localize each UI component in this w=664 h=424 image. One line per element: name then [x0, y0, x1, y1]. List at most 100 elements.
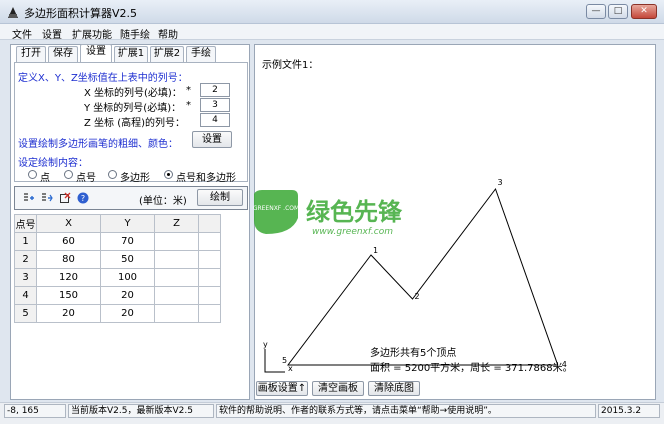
insert-row-icon[interactable]	[23, 192, 35, 204]
cell-extra[interactable]	[198, 250, 221, 269]
y-column-label: Y 坐标的列号(必填)：	[84, 103, 182, 114]
status-coords: -8, 165	[4, 404, 66, 418]
cell-z[interactable]	[154, 232, 199, 251]
cell-y[interactable]: 70	[100, 232, 155, 251]
cell-extra[interactable]	[198, 304, 221, 323]
col-header-z[interactable]: Z	[154, 214, 199, 233]
y-column-input[interactable]: 3	[200, 98, 230, 112]
status-date: 2015.3.2	[598, 404, 660, 418]
tab-freehand[interactable]: 手绘	[186, 46, 216, 62]
menu-settings[interactable]: 设置	[42, 26, 62, 41]
cell-z[interactable]	[154, 268, 199, 287]
cell-y[interactable]: 20	[100, 304, 155, 323]
radio-point-ids-label: 点号	[76, 173, 96, 184]
vertex-label: 5	[282, 356, 287, 365]
tab-open[interactable]: 打开	[16, 46, 46, 62]
radio-ids-and-polygon-label: 点号和多边形	[176, 173, 236, 184]
axis-y-label: y	[263, 340, 268, 349]
table-row: 2 80 50	[14, 250, 221, 269]
watermark-url: www.greenxf.com	[312, 227, 393, 237]
y-required-mark: *	[186, 100, 191, 111]
menu-file[interactable]: 文件	[12, 26, 32, 41]
tab-ext2[interactable]: 扩展2	[150, 46, 184, 62]
clear-table-icon[interactable]	[59, 192, 71, 204]
x-required-mark: *	[186, 85, 191, 96]
columns-heading: 定义X、Y、Z坐标值在上表中的列号：	[18, 73, 188, 84]
window-title: 多边形面积计算器V2.5	[24, 7, 138, 20]
cell-x[interactable]: 60	[36, 232, 101, 251]
menu-freehand[interactable]: 随手绘	[120, 26, 150, 41]
cell-extra[interactable]	[198, 232, 221, 251]
table-row: 3 120 100	[14, 268, 221, 287]
watermark: GREENXF .COM 绿色先锋 www.greenxf.com	[252, 188, 472, 238]
unit-label: (单位：米)	[139, 196, 187, 207]
cell-y[interactable]: 100	[100, 268, 155, 287]
col-header-x[interactable]: X	[36, 214, 101, 233]
canvas-caption: 示例文件1：	[262, 60, 319, 71]
svg-text:?: ?	[81, 194, 85, 203]
col-header-id[interactable]: 点号	[14, 214, 37, 233]
watermark-badge: GREENXF .COM	[253, 205, 299, 212]
cell-id[interactable]: 1	[14, 232, 37, 251]
clear-background-button[interactable]: 清除底图	[368, 381, 420, 396]
radio-ids-and-polygon[interactable]	[164, 170, 173, 179]
table-row: 1 60 70	[14, 232, 221, 251]
cell-z[interactable]	[154, 286, 199, 305]
pen-heading: 设置绘制多边形画笔的粗细、颜色：	[18, 139, 178, 150]
cell-id[interactable]: 3	[14, 268, 37, 287]
watermark-logo: GREENXF .COM 绿色先锋 www.greenxf.com	[253, 190, 403, 237]
cell-id[interactable]: 5	[14, 304, 37, 323]
menu-bar: 文件 设置 扩展功能 随手绘 帮助	[0, 24, 664, 41]
z-column-input[interactable]: 4	[200, 113, 230, 127]
col-header-extra	[198, 214, 221, 233]
cell-extra[interactable]	[198, 268, 221, 287]
cell-extra[interactable]	[198, 286, 221, 305]
cell-x[interactable]: 20	[36, 304, 101, 323]
menu-help[interactable]: 帮助	[158, 26, 178, 41]
cell-id[interactable]: 4	[14, 286, 37, 305]
cell-z[interactable]	[154, 250, 199, 269]
vertex-summary: 多边形共有5个顶点	[370, 348, 457, 359]
clear-canvas-button[interactable]: 清空画板	[312, 381, 364, 396]
x-column-input[interactable]: 2	[200, 83, 230, 97]
pen-settings-button[interactable]: 设置	[192, 131, 232, 148]
status-version: 当前版本V2.5，最新版本V2.5	[68, 404, 214, 418]
cell-x[interactable]: 120	[36, 268, 101, 287]
delete-row-icon[interactable]	[41, 192, 53, 204]
tab-settings[interactable]: 设置	[80, 44, 112, 63]
table-toolbar: ? (单位：米) 绘制	[14, 186, 248, 210]
watermark-brand: 绿色先锋	[306, 198, 403, 226]
table-row: 5 20 20	[14, 304, 221, 323]
maximize-button[interactable]: □	[608, 4, 628, 19]
canvas-settings-button[interactable]: 画板设置↑	[256, 381, 308, 396]
close-button[interactable]: ✕	[631, 4, 657, 19]
vertex-label: 1	[373, 246, 378, 255]
draw-button[interactable]: 绘制	[197, 189, 243, 206]
axis-x-label: x	[288, 364, 293, 373]
vertex-label: 3	[498, 178, 503, 187]
help-icon[interactable]: ?	[77, 192, 89, 204]
coordinate-table: 点号 X Y Z 1 60 70 2 80 50 3 120 100 4 150…	[14, 214, 224, 323]
cell-x[interactable]: 150	[36, 286, 101, 305]
cell-y[interactable]: 20	[100, 286, 155, 305]
radio-polygon[interactable]	[108, 170, 117, 179]
radio-points-label: 点	[40, 173, 50, 184]
cell-y[interactable]: 50	[100, 250, 155, 269]
cell-z[interactable]	[154, 304, 199, 323]
tab-ext1[interactable]: 扩展1	[114, 46, 148, 62]
radio-point-ids[interactable]	[64, 170, 73, 179]
cell-x[interactable]: 80	[36, 250, 101, 269]
draw-heading: 设定绘制内容：	[18, 158, 88, 169]
radio-polygon-label: 多边形	[120, 173, 150, 184]
radio-points[interactable]	[28, 170, 37, 179]
menu-extensions[interactable]: 扩展功能	[72, 26, 112, 41]
col-header-y[interactable]: Y	[100, 214, 155, 233]
minimize-button[interactable]: —	[586, 4, 606, 19]
tab-save[interactable]: 保存	[48, 46, 78, 62]
app-icon	[8, 7, 18, 18]
vertex-label: 2	[415, 292, 420, 301]
cell-id[interactable]: 2	[14, 250, 37, 269]
x-column-label: X 坐标的列号(必填)：	[84, 88, 182, 99]
status-help: 软件的帮助说明、作者的联系方式等，请点击菜单“帮助→使用说明”。	[216, 404, 596, 418]
table-row: 4 150 20	[14, 286, 221, 305]
